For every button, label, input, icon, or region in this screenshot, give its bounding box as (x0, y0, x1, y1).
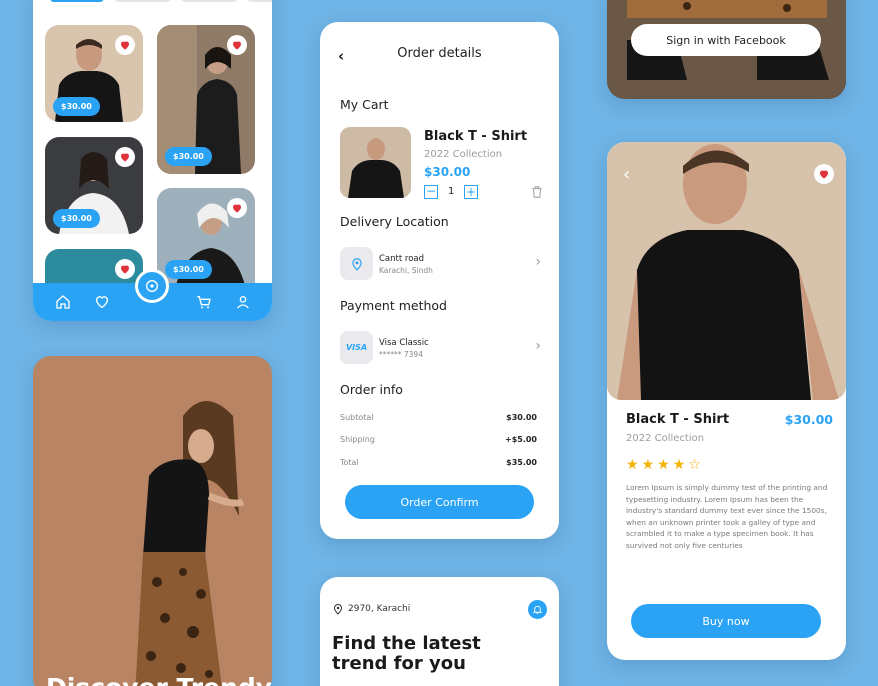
cart-item-price: $30.00 (424, 165, 471, 179)
cart-item-name: Black T - Shirt (424, 129, 528, 144)
product-price: $30.00 (784, 412, 833, 427)
facebook-signin-button[interactable]: Sign in with Facebook (631, 24, 821, 56)
rating-stars: ★ ★ ★ ★ ☆ (626, 457, 701, 473)
product-detail-screen: ‹ Black T - Shirt $30.00 2022 Collection… (607, 142, 846, 660)
subtotal-label: Subtotal (340, 413, 374, 422)
cart-item-image (340, 127, 411, 198)
product-description: Lorem Ipsum is simply dummy test of the … (626, 483, 828, 550)
delivery-address-line1: Cantt road (379, 254, 425, 264)
favorite-heart-icon[interactable] (227, 35, 247, 55)
product-collection: 2022 Collection (626, 433, 705, 444)
star-filled-icon: ★ (657, 457, 670, 473)
man-tshirt-photo (617, 144, 839, 400)
my-cart-heading: My Cart (340, 97, 389, 112)
category-pill[interactable] (247, 0, 272, 2)
location-pin-icon (333, 604, 343, 615)
bell-icon (532, 605, 543, 614)
product-card[interactable]: $30.00 (157, 25, 255, 174)
favorite-heart-icon[interactable] (115, 259, 135, 279)
product-hero-image: ‹ (607, 142, 846, 400)
location-pin-icon (340, 247, 373, 280)
page-title: Order details (397, 46, 482, 61)
visa-brand-label: VISA (345, 343, 368, 352)
price-tag: $30.00 (53, 97, 100, 116)
discover-headline: Discover Trendy (46, 673, 272, 686)
current-location: 2970, Karachi (348, 604, 411, 614)
home-screen: 2970, Karachi Find the latest trend for … (320, 577, 559, 686)
browse-screen: $30.00 $30.00 $30.00 $30.00 (33, 0, 272, 321)
headline-line1: Find the latest (332, 633, 481, 654)
payment-card-number: ****** 7394 (379, 350, 423, 359)
product-name: Black T - Shirt (626, 412, 730, 427)
delivery-address-line2: Karachi, Sindh (379, 266, 433, 275)
headline-line2: trend for you (332, 653, 466, 674)
order-details-screen: ‹ Order details My Cart Black T - Shirt … (320, 22, 559, 539)
price-tag: $30.00 (53, 209, 100, 228)
subtotal-value: $30.00 (506, 413, 537, 422)
discover-screen: Discover Trendy (33, 356, 272, 686)
quantity-plus-button[interactable]: + (464, 185, 478, 199)
notification-bell-button[interactable] (528, 600, 547, 619)
woman-leopard-skirt-photo (135, 401, 245, 686)
category-pill-active[interactable] (50, 0, 104, 2)
product-card[interactable]: $30.00 (45, 25, 143, 122)
delivery-location-heading: Delivery Location (340, 214, 449, 229)
quantity-minus-button[interactable]: − (424, 185, 438, 199)
man-tshirt-thumbnail (348, 138, 404, 198)
star-filled-icon: ★ (626, 457, 639, 473)
delivery-chevron-right-icon[interactable]: › (535, 254, 541, 270)
cart-icon[interactable] (196, 294, 212, 310)
price-tag: $30.00 (165, 260, 212, 279)
category-pill[interactable] (181, 0, 237, 2)
heart-icon[interactable] (94, 294, 110, 310)
category-pill[interactable] (115, 0, 171, 2)
star-filled-icon: ★ (641, 457, 655, 473)
star-filled-icon: ★ (672, 457, 686, 473)
total-label: Total (340, 458, 359, 467)
favorite-heart-icon[interactable] (115, 35, 135, 55)
shipping-value: +$5.00 (504, 435, 537, 444)
favorite-heart-icon[interactable] (115, 147, 135, 167)
back-chevron-icon[interactable]: ‹ (623, 164, 630, 185)
product-card[interactable]: $30.00 (45, 137, 143, 234)
payment-chevron-right-icon[interactable]: › (535, 338, 541, 354)
login-screen: Sign in with Facebook (607, 0, 846, 99)
user-icon[interactable] (235, 294, 251, 310)
payment-card-name: Visa Classic (379, 338, 429, 348)
favorite-heart-icon[interactable] (227, 198, 247, 218)
price-tag: $30.00 (165, 147, 212, 166)
favorite-heart-icon[interactable] (814, 164, 834, 184)
star-empty-icon: ☆ (688, 457, 701, 473)
shipping-label: Shipping (340, 435, 375, 444)
cart-item-collection: 2022 Collection (424, 149, 503, 160)
total-value: $35.00 (506, 458, 537, 467)
visa-card-icon: VISA (340, 331, 373, 364)
order-confirm-button[interactable]: Order Confirm (345, 485, 534, 519)
quantity-value: 1 (448, 186, 455, 197)
buy-now-button[interactable]: Buy now (631, 604, 821, 638)
order-info-heading: Order info (340, 382, 403, 397)
compass-icon (146, 280, 158, 292)
trash-icon[interactable] (530, 184, 544, 200)
scan-button[interactable] (135, 269, 169, 303)
home-icon[interactable] (55, 294, 71, 310)
payment-method-heading: Payment method (340, 298, 447, 313)
